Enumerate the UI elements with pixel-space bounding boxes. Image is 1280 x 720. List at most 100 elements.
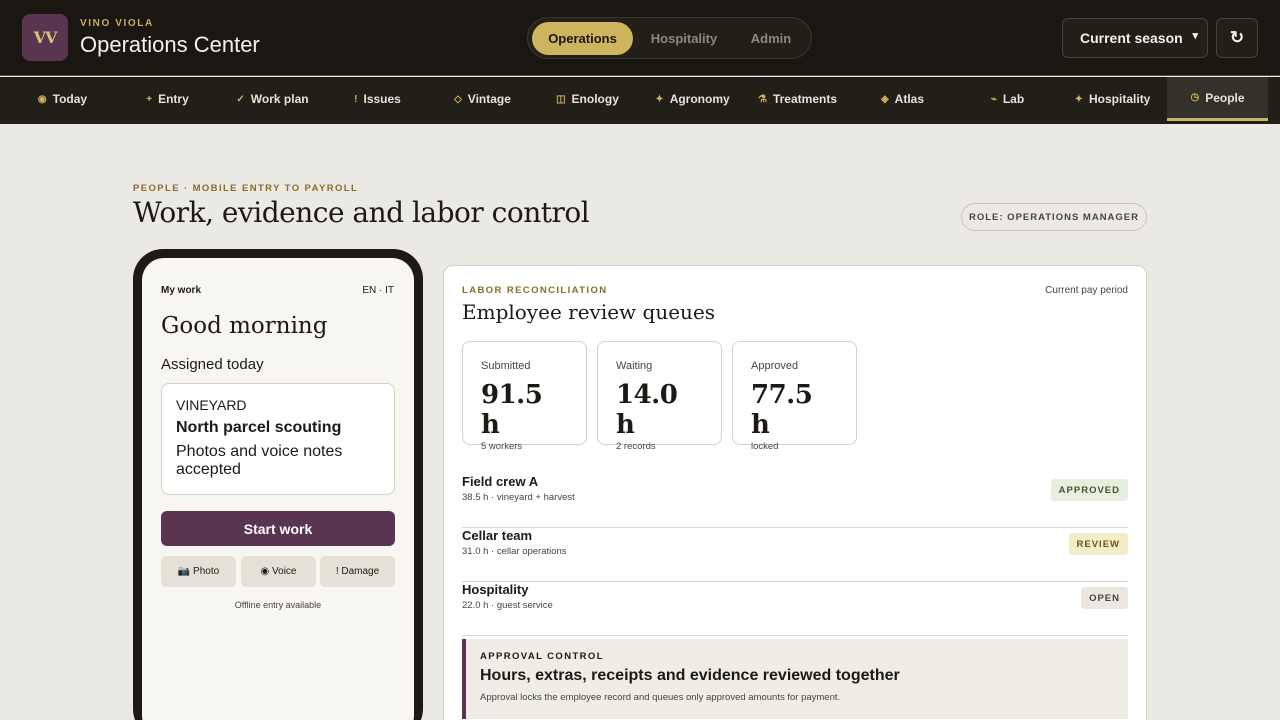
stat-value: 77.5 h [751,380,813,440]
diamond-icon: ◇ [454,93,462,105]
team-row[interactable]: Field crew A 38.5 h · vineyard + harvest… [462,474,1128,528]
team-meta: 31.0 h · cellar operations [462,546,567,557]
role-badge[interactable]: ROLE: OPERATIONS MANAGER [961,203,1147,231]
plus-icon: + [146,93,153,105]
labor-reconciliation-panel: LABOR RECONCILIATION Current pay period … [443,265,1147,720]
nav-vintage[interactable]: ◇ Vintage [430,77,535,121]
task-kind: VINEYARD [176,397,247,413]
nav-label: Vintage [467,92,511,106]
nav-label: Enology [571,92,619,106]
nav-label: Agronomy [669,92,730,106]
app-title: Operations Center [80,32,260,57]
stat-approved[interactable]: Approved 77.5 h locked [732,341,857,452]
refresh-button[interactable]: ↻ [1216,18,1258,58]
brand: VINO VIOLA Operations Center [80,18,260,58]
mode-admin[interactable]: Admin [735,22,807,55]
nav-label: Atlas [894,92,925,106]
callout-eyebrow: APPROVAL CONTROL [480,651,604,662]
stat-value: 91.5 h [481,380,543,440]
panel-title: Employee review queues [462,300,716,324]
callout-description: Approval locks the employee record and q… [480,692,841,703]
phone-top-label: My work [161,285,202,296]
nav-entry[interactable]: + Entry [115,77,220,121]
chevron-down-icon: ▾ [1192,30,1198,42]
nav-label: Hospitality [1089,92,1151,106]
sparkle-icon: ✦ [655,93,664,105]
sparkle-icon: ✦ [1074,93,1084,105]
season-select[interactable]: Current season ▾ [1062,18,1208,58]
team-meta: 22.0 h · guest service [462,600,553,611]
nav-label: People [1205,90,1245,105]
damage-button[interactable]: ! Damage [320,556,395,587]
top-bar: VV VINO VIOLA Operations Center Operatio… [0,0,1280,76]
nav-atlas[interactable]: ◈ Atlas [850,77,955,121]
pay-period-label: Current pay period [1045,285,1128,296]
season-select-value: Current season [1080,30,1183,46]
nav-label: Lab [1002,92,1025,106]
status-badge: OPEN [1081,587,1128,609]
status-badge: REVIEW [1068,533,1128,555]
task-card[interactable]: VINEYARD North parcel scouting Photos an… [161,383,395,495]
alert-icon: ! [354,93,358,105]
nav-hospitality[interactable]: ✦ Hospitality [1060,77,1165,121]
nav-agronomy[interactable]: ✦ Agronomy [640,77,745,121]
brand-subtitle: VINO VIOLA [80,18,154,29]
start-work-button[interactable]: Start work [161,511,395,546]
flask-icon: ⚗ [758,93,767,105]
page-title: Work, evidence and labor control [133,196,590,229]
nav-issues[interactable]: ! Issues [325,77,430,121]
language-toggle[interactable]: EN · IT [362,285,394,296]
phone-preview: My work EN · IT Good morning Assigned to… [133,249,423,720]
offline-note: Offline entry available [234,600,322,610]
stat-label: Approved [751,360,799,372]
nav-people[interactable]: ◷ People [1167,77,1268,121]
barrel-icon: ◫ [556,93,566,105]
nav-lab[interactable]: ⌁ Lab [955,77,1060,121]
stat-value: 14.0 h [616,380,678,440]
mode-operations[interactable]: Operations [532,22,633,55]
panel-eyebrow: LABOR RECONCILIATION [462,285,608,296]
mode-switcher: Operations Hospitality Admin [527,17,812,59]
stat-label: Waiting [616,360,653,372]
stat-sub: 2 records [616,441,656,452]
status-badge: APPROVED [1050,479,1128,501]
assigned-heading: Assigned today [161,356,264,373]
nav-label: Today [52,92,88,106]
stat-submitted[interactable]: Submitted 91.5 h 5 workers [462,341,587,452]
map-diamond-icon: ◈ [880,93,889,105]
team-row[interactable]: Cellar team 31.0 h · cellar operations R… [462,528,1128,582]
greeting: Good morning [161,313,328,339]
check-icon: ✓ [236,93,245,105]
nav-enology[interactable]: ◫ Enology [535,77,640,121]
lab-icon: ⌁ [990,93,997,105]
team-meta: 38.5 h · vineyard + harvest [462,492,575,503]
stat-sub: 5 workers [481,441,523,452]
nav-label: Entry [158,92,189,106]
clock-icon: ◷ [1190,92,1200,103]
today-icon: ◉ [37,93,47,105]
photo-button[interactable]: 📷 Photo [161,556,236,587]
page-eyebrow: PEOPLE · MOBILE ENTRY TO PAYROLL [133,183,359,194]
nav-label: Work plan [250,92,309,106]
stat-sub: locked [751,441,779,452]
stat-label: Submitted [481,360,531,372]
mode-hospitality[interactable]: Hospitality [638,22,730,55]
callout-title: Hours, extras, receipts and evidence rev… [480,667,900,684]
team-name: Cellar team [462,528,533,543]
voice-button[interactable]: ◉ Voice [241,556,316,587]
nav-treatments[interactable]: ⚗ Treatments [745,77,850,121]
task-description: Photos and voice notes accepted [176,443,343,478]
team-name: Field crew A [462,474,539,489]
nav-today[interactable]: ◉ Today [10,77,115,121]
main-nav: ◉ Today + Entry ✓ Work plan ! Issues ◇ Vintag… [0,77,1280,124]
nav-label: Issues [363,92,401,106]
brand-logo[interactable]: VV [22,14,68,61]
nav-work-plan[interactable]: ✓ Work plan [220,77,325,121]
phone-screen: My work EN · IT Good morning Assigned to… [142,258,414,720]
team-row[interactable]: Hospitality 22.0 h · guest service OPEN [462,582,1128,636]
approval-control-callout: APPROVAL CONTROL Hours, extras, receipts… [462,639,1128,719]
task-title: North parcel scouting [176,419,342,436]
refresh-icon: ↻ [1229,28,1245,47]
stat-waiting[interactable]: Waiting 14.0 h 2 records [597,341,722,452]
team-name: Hospitality [462,582,529,597]
